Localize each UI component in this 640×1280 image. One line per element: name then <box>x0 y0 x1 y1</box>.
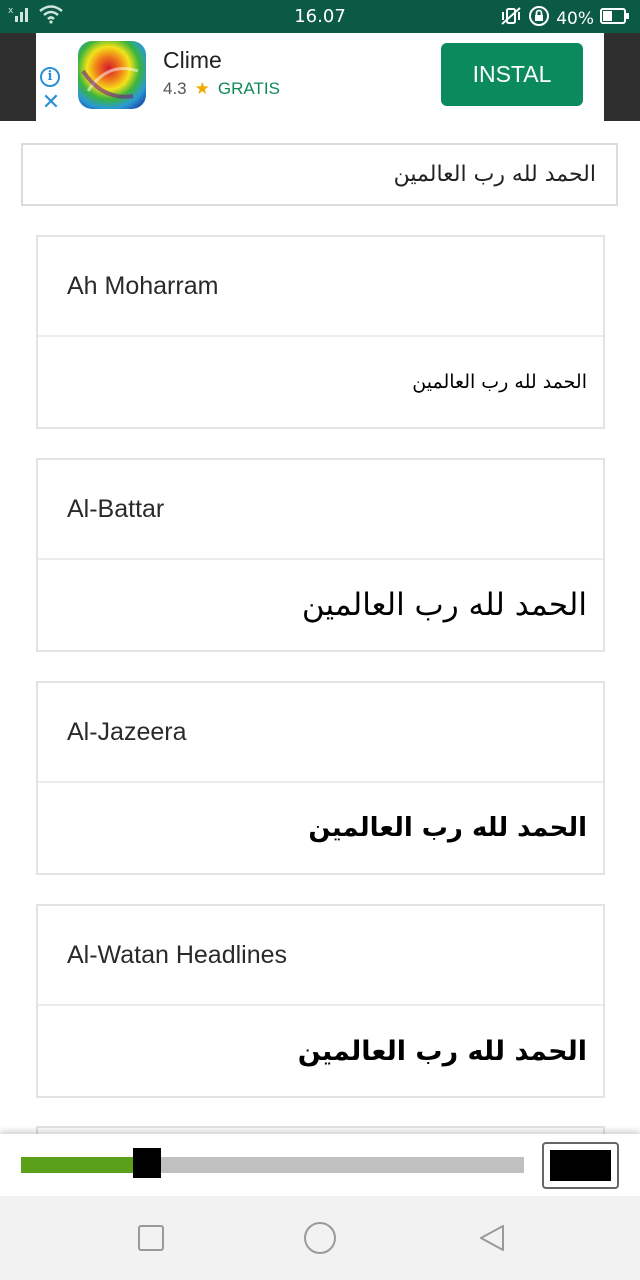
font-sample: الحمد لله رب العالمين <box>301 587 587 623</box>
star-icon: ★ <box>194 79 210 98</box>
back-icon <box>480 1225 504 1251</box>
status-right-icons: 40% <box>500 5 630 32</box>
navigation-bar <box>0 1196 640 1280</box>
font-name: Ah Moharram <box>38 237 603 337</box>
vibrate-icon <box>500 6 522 31</box>
ad-app-name: Clime <box>163 47 222 73</box>
battery-percent: 40% <box>556 8 594 29</box>
home-icon <box>304 1222 336 1254</box>
size-slider[interactable] <box>21 1157 524 1173</box>
font-name: Al-Battar <box>38 460 603 560</box>
ad-rating-row: 4.3 ★ GRATIS <box>163 79 280 99</box>
ad-app-icon[interactable] <box>78 41 146 109</box>
home-button[interactable] <box>300 1218 340 1258</box>
back-button[interactable] <box>472 1218 512 1258</box>
color-swatch <box>550 1150 611 1181</box>
font-card[interactable]: Al-Watan Headlines الحمد لله رب العالمين <box>36 904 605 1098</box>
ad-banner-container: i ✕ Clime 4.3 ★ GRATIS INSTAL <box>0 33 640 121</box>
recent-apps-icon <box>138 1225 164 1251</box>
font-card[interactable]: Al-Battar الحمد لله رب العالمين <box>36 458 605 652</box>
font-sample: الحمد لله رب العالمين <box>308 813 587 843</box>
ad-price: GRATIS <box>217 79 280 98</box>
ad-rating: 4.3 <box>163 79 187 98</box>
font-sample: الحمد لله رب العالمين <box>297 1035 587 1067</box>
status-bar: x 16.07 40% <box>0 0 640 33</box>
color-picker-button[interactable] <box>542 1142 619 1189</box>
battery-icon <box>600 7 630 30</box>
font-card[interactable]: Al-Jazeera الحمد لله رب العالمين <box>36 681 605 875</box>
recent-apps-button[interactable] <box>131 1218 171 1258</box>
ad-choices: i ✕ <box>40 67 62 114</box>
size-slider-fill <box>21 1157 147 1173</box>
font-name: Al-Watan Headlines <box>38 906 603 1006</box>
font-sample: الحمد لله رب العالمين <box>412 371 588 393</box>
font-name: Al-Jazeera <box>38 683 603 783</box>
ad-close-icon[interactable]: ✕ <box>40 92 62 114</box>
size-slider-panel <box>0 1134 640 1196</box>
size-slider-thumb[interactable] <box>133 1148 161 1178</box>
ad-banner[interactable]: i ✕ Clime 4.3 ★ GRATIS INSTAL <box>36 33 604 121</box>
install-button[interactable]: INSTAL <box>441 43 583 106</box>
text-input[interactable]: الحمد لله رب العالمين <box>21 143 618 206</box>
rotation-lock-icon <box>528 5 550 32</box>
ad-info-icon[interactable]: i <box>40 67 60 87</box>
font-card[interactable]: Ah Moharram الحمد لله رب العالمين <box>36 235 605 429</box>
